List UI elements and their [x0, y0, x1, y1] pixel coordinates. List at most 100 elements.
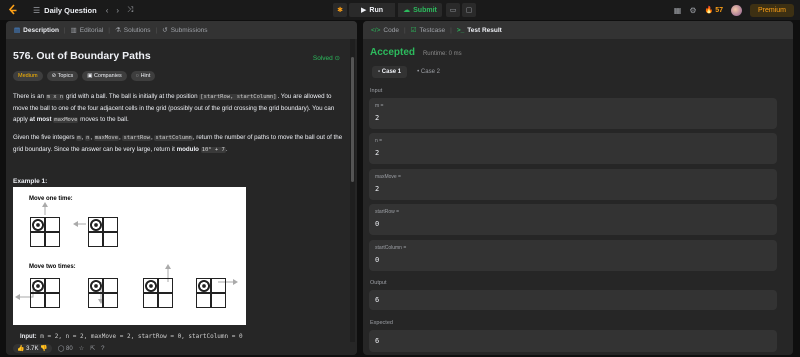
share-icon[interactable]: ⇱	[90, 345, 95, 352]
tab-testcase[interactable]: ☑ Testcase	[407, 26, 449, 35]
check-circle-icon: ⊙	[334, 55, 340, 62]
tag-label: Companies	[93, 73, 122, 79]
top-bar: ☰ Daily Question ‹ › ⤨ ✱ ▶ Run ☁ Submit ▭ …	[0, 0, 800, 20]
input-line: m = 2, n = 2, maxMove = 2, startRow = 0,…	[40, 333, 243, 340]
scrollbar-thumb[interactable]	[351, 57, 354, 182]
shuffle-icon[interactable]: ⤨	[127, 5, 133, 15]
comments-button[interactable]: ◯ 80	[58, 345, 73, 352]
lock-icon: ▣	[87, 73, 93, 79]
fire-icon: 🔥	[704, 7, 714, 14]
param-name: m =	[375, 103, 384, 109]
ball-icon	[90, 280, 102, 292]
code: [startRow, startColumn]	[199, 94, 278, 100]
solved-badge: Solved ⊙	[313, 54, 340, 62]
code: startRow	[122, 135, 151, 141]
topics-tag[interactable]: ⊘ Topics	[46, 71, 79, 81]
tab-description[interactable]: ▤ Description	[10, 26, 63, 35]
likes-count: 3.7K	[26, 346, 39, 352]
code: m x n	[45, 94, 65, 100]
grid-diagram	[30, 278, 60, 308]
star-icon[interactable]: ☆	[79, 345, 84, 352]
bug-icon: ✱	[337, 7, 343, 14]
param-box: m = 2	[369, 98, 777, 129]
code-icon: </>	[371, 26, 381, 34]
difficulty-badge[interactable]: Medium	[13, 71, 43, 81]
param-box: maxMove = 2	[369, 169, 777, 200]
problem-title: 576. Out of Boundary Paths	[13, 50, 151, 62]
input-prefix: Input:	[20, 334, 37, 340]
param-value: 2	[375, 185, 380, 193]
example-title: Example 1:	[13, 178, 48, 185]
tab-editorial[interactable]: ▥ Editorial	[67, 26, 108, 35]
expected-box: 6	[369, 330, 777, 352]
code: n	[85, 135, 91, 141]
layout-icon[interactable]: ▦	[674, 6, 682, 15]
tab-label: Code	[383, 26, 399, 34]
daily-question-title[interactable]: Daily Question	[44, 6, 97, 15]
hint-tag[interactable]: ◌ Hint	[130, 71, 156, 81]
run-label: Run	[369, 6, 383, 14]
case-2-tab[interactable]: • Case 2	[411, 66, 446, 78]
next-problem-icon[interactable]: ›	[116, 6, 119, 15]
example-input: Input: m = 2, n = 2, maxMove = 2, startR…	[20, 333, 243, 340]
grid-diagram	[88, 278, 118, 308]
expected-label: Expected	[370, 320, 393, 326]
comments-count: 80	[66, 346, 73, 352]
problem-list-icon[interactable]: ☰	[33, 6, 40, 15]
scrollbar[interactable]	[350, 39, 355, 355]
tab-label: Testcase	[419, 26, 446, 34]
like-button[interactable]: 👍 3.7K 👎	[13, 344, 52, 353]
code: maxMove	[93, 135, 120, 141]
case-1-tab[interactable]: • Case 1	[372, 66, 408, 78]
tag-label: Topics	[57, 73, 74, 79]
param-box: n = 2	[369, 133, 777, 164]
terminal-icon: >_	[456, 26, 465, 34]
code: m	[76, 135, 82, 141]
help-icon[interactable]: ?	[101, 346, 104, 352]
solved-label: Solved	[312, 55, 333, 62]
example-image: Move one time: Move two times:	[13, 187, 246, 325]
thumbs-down-icon: 👎	[40, 346, 48, 352]
cloud-upload-icon: ☁	[403, 7, 411, 14]
bottom-bar: 👍 3.7K 👎 ◯ 80 ☆ ⇱ ?	[6, 342, 357, 355]
input-section-label: Input	[370, 88, 383, 94]
history-icon: ↺	[162, 27, 168, 34]
avatar[interactable]	[730, 4, 742, 16]
result-status: Accepted	[370, 47, 416, 58]
text: There is an	[13, 93, 46, 100]
play-icon: ▶	[361, 7, 367, 14]
param-name: n =	[375, 138, 383, 144]
result-panel: </> Code | ☑ Testcase | >_ Test Result Acce…	[363, 21, 793, 355]
tab-code[interactable]: </> Code	[367, 27, 403, 34]
code: 10⁹ + 7	[200, 147, 226, 153]
settings-icon[interactable]: ⚙	[689, 6, 696, 15]
result-tabs: </> Code | ☑ Testcase | >_ Test Result	[363, 21, 793, 39]
param-value: 0	[375, 256, 380, 264]
tab-label: Editorial	[79, 26, 104, 34]
premium-button[interactable]: Premium	[749, 3, 794, 17]
submit-button[interactable]: ☁ Submit	[398, 3, 442, 17]
streak-value: 57	[715, 7, 723, 14]
output-label: Output	[370, 280, 387, 286]
checkbox-icon: ☑	[410, 27, 417, 34]
runtime-text: Runtime: 0 ms	[422, 51, 462, 57]
case-label: Case 2	[420, 69, 440, 75]
leetcode-logo-icon[interactable]	[8, 4, 19, 16]
description-paragraph: There is an m x n grid with a ball. The …	[13, 91, 345, 126]
tab-solutions[interactable]: ⚗ Solutions	[111, 26, 155, 35]
streak-counter[interactable]: 🔥 57	[705, 6, 723, 14]
bold-text: modulo	[176, 146, 199, 153]
notes-button[interactable]: ▭	[446, 3, 460, 17]
prev-problem-icon[interactable]: ‹	[106, 6, 109, 15]
dot-icon: •	[417, 69, 420, 75]
text: grid with a ball. The ball is initially …	[64, 93, 200, 100]
code: maxMove	[53, 117, 79, 123]
tab-submissions[interactable]: ↺ Submissions	[158, 26, 211, 35]
feedback-button[interactable]: ▢	[462, 3, 476, 17]
run-button[interactable]: ▶ Run	[349, 3, 395, 17]
param-name: startRow =	[375, 209, 400, 215]
debug-button[interactable]: ✱	[333, 3, 347, 17]
companies-tag[interactable]: ▣ Companies	[82, 71, 127, 81]
tab-test-result[interactable]: >_ Test Result	[453, 27, 506, 34]
problem-description: There is an m x n grid with a ball. The …	[13, 91, 345, 156]
